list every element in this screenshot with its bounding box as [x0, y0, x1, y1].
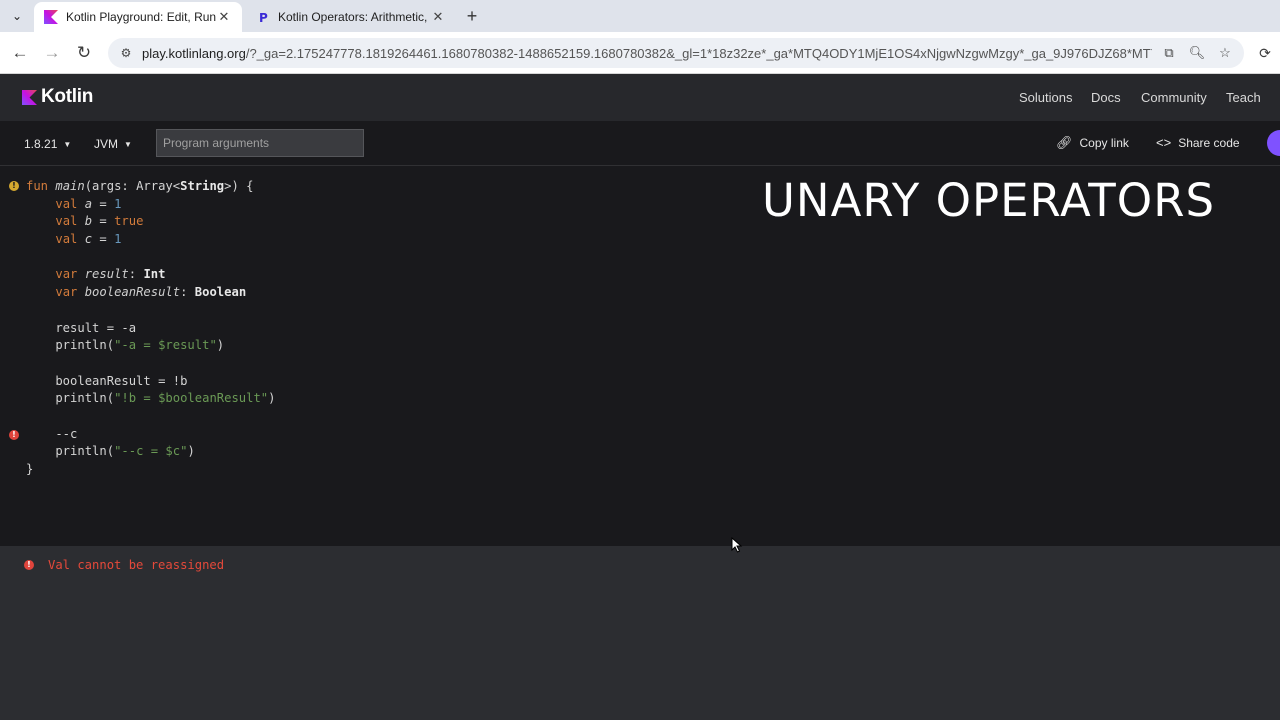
code-brackets-icon: <> — [1156, 135, 1172, 150]
browser-toolbar: ← → ↻ ⚙ play.kotlinlang.org/?_ga=2.17524… — [0, 32, 1280, 74]
close-tab-icon[interactable]: ✕ — [216, 9, 232, 25]
code-line: var booleanResult: Boolean — [55, 285, 247, 300]
code-line: var result: Int — [55, 267, 166, 282]
tab-list-chevron-icon[interactable]: ⌄ — [6, 5, 28, 27]
platform-select[interactable]: JVM ▼ — [94, 137, 132, 151]
tab-kotlin-operators[interactable]: P Kotlin Operators: Arithmetic, As ✕ — [246, 2, 456, 32]
address-bar[interactable]: ⚙ play.kotlinlang.org/?_ga=2.175247778.1… — [108, 38, 1244, 68]
code-content[interactable]: fun main(args: Array<String>) { val a = … — [26, 178, 276, 479]
nav-solutions[interactable]: Solutions — [1019, 90, 1072, 105]
code-line: val b = true — [55, 214, 144, 229]
link-icon: 🔗︎ — [1056, 135, 1073, 150]
forward-arrow-icon[interactable]: → — [40, 41, 64, 65]
code-line: result = -a — [26, 320, 137, 335]
version-select[interactable]: 1.8.21 ▼ — [24, 137, 71, 151]
site-header: Kotlin Solutions Docs Community Teach — [0, 74, 1280, 121]
kotlin-logo[interactable]: Kotlin — [22, 86, 93, 108]
overlay-title: UNARY OPERATORS — [762, 174, 1216, 227]
kotlin-logo-icon — [22, 89, 37, 105]
mouse-pointer-icon — [731, 537, 743, 553]
code-line: booleanResult = !b — [26, 373, 188, 388]
console-output: ! Val cannot be reassigned — [0, 546, 1280, 720]
nav-teach[interactable]: Teach — [1226, 90, 1261, 105]
page-favicon-icon: P — [259, 11, 268, 24]
program-arguments-input[interactable] — [156, 129, 364, 157]
code-line: --c — [26, 426, 78, 441]
console-error-message: Val cannot be reassigned — [48, 558, 225, 572]
share-code-button[interactable]: <> Share code — [1156, 135, 1240, 150]
zoom-icon[interactable]: 🔍︎ — [1186, 42, 1208, 64]
run-button[interactable] — [1267, 130, 1280, 156]
kotlin-favicon-icon — [44, 10, 58, 24]
code-line: println("!b = $booleanResult") — [26, 391, 276, 406]
browser-tab-strip: ⌄ Kotlin Playground: Edit, Run, Sh ✕ P K… — [0, 0, 1280, 32]
error-icon[interactable]: ! — [9, 430, 19, 440]
playground-controls: 1.8.21 ▼ JVM ▼ 🔗︎ Copy link <> Share cod… — [0, 121, 1280, 166]
logo-text: Kotlin — [41, 86, 94, 107]
caret-down-icon: ▼ — [124, 139, 132, 149]
caret-down-icon: ▼ — [63, 139, 72, 149]
reload-icon[interactable]: ↻ — [72, 41, 96, 65]
code-line: } — [26, 462, 34, 476]
code-line: println("--c = $c") — [26, 444, 195, 459]
error-icon: ! — [24, 560, 34, 570]
copy-link-label: Copy link — [1079, 136, 1129, 150]
svg-text:P: P — [259, 11, 268, 24]
code-line: val a = 1 — [55, 196, 122, 211]
new-tab-plus-icon[interactable]: + — [462, 5, 482, 27]
nav-community[interactable]: Community — [1141, 90, 1207, 105]
back-arrow-icon[interactable]: ← — [8, 41, 32, 65]
tab-title: Kotlin Operators: Arithmetic, As — [278, 10, 430, 24]
share-code-label: Share code — [1178, 135, 1240, 150]
code-line: val c = 1 — [55, 232, 122, 247]
code-line: fun main(args: Array<String>) { — [26, 179, 254, 193]
platform-value: JVM — [94, 137, 118, 151]
install-app-icon[interactable]: ⧉ — [1158, 42, 1180, 64]
tab-title: Kotlin Playground: Edit, Run, Sh — [66, 10, 216, 24]
close-tab-icon[interactable]: ✕ — [430, 9, 446, 25]
version-value: 1.8.21 — [24, 137, 58, 151]
nav-docs[interactable]: Docs — [1091, 90, 1121, 105]
warning-icon[interactable]: ! — [9, 181, 19, 191]
extensions-icon[interactable]: ⟳ — [1254, 42, 1276, 64]
tab-kotlin-playground[interactable]: Kotlin Playground: Edit, Run, Sh ✕ — [34, 2, 242, 32]
code-line: println("-a = $result") — [26, 338, 225, 353]
url-text[interactable]: play.kotlinlang.org/?_ga=2.175247778.181… — [142, 46, 1152, 61]
bookmark-star-icon[interactable]: ☆ — [1214, 42, 1236, 64]
site-info-icon[interactable]: ⚙ — [114, 41, 138, 65]
copy-link-button[interactable]: 🔗︎ Copy link — [1056, 135, 1129, 151]
